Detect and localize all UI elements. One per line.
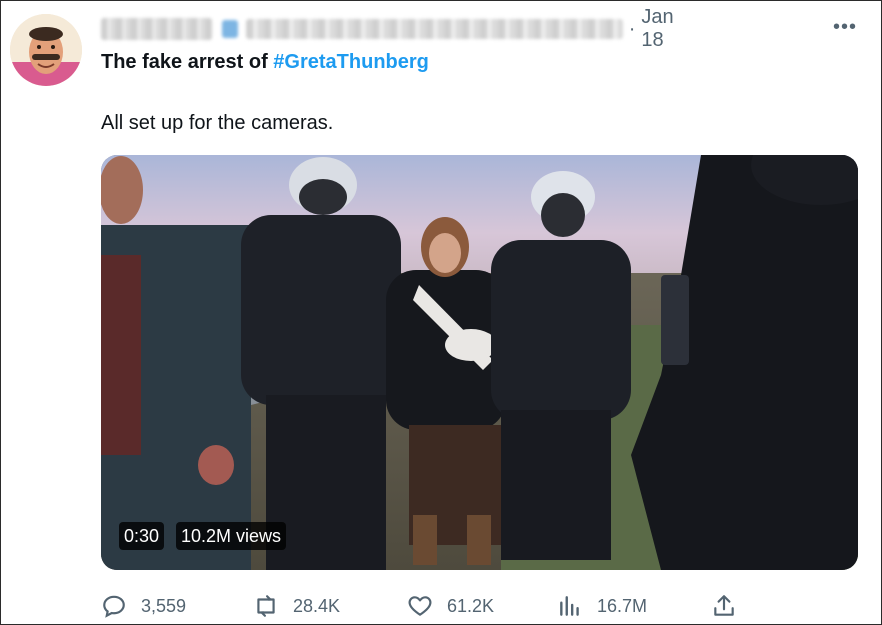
analytics-icon (560, 596, 579, 616)
avatar[interactable] (10, 14, 82, 86)
reply-icon (103, 595, 125, 618)
video-duration: 0:30 (119, 522, 165, 550)
like-button[interactable]: 61.2K (407, 590, 494, 622)
video-player[interactable]: 0:30 10.2M views (101, 155, 858, 570)
hashtag-link[interactable]: #GretaThunberg (273, 51, 429, 73)
author-handle-redacted[interactable] (245, 19, 623, 39)
avatar-image (10, 14, 82, 86)
tweet-body: All set up for the cameras. (101, 112, 334, 134)
reply-button[interactable]: 3,559 (101, 590, 186, 622)
retweet-button[interactable]: 28.4K (253, 590, 340, 622)
views-button[interactable]: 16.7M (557, 590, 647, 622)
more-options-icon[interactable]: ••• (833, 15, 859, 39)
like-count: 61.2K (447, 595, 495, 616)
heart-icon (408, 596, 432, 616)
date-separator: · (628, 17, 636, 40)
tweet-header: · Jan 18 (101, 6, 701, 51)
author-name-redacted[interactable] (101, 18, 213, 40)
verified-badge-redacted (222, 20, 238, 38)
video-thumbnail (101, 155, 858, 570)
view-count: 16.7M (597, 595, 648, 616)
tweet-title: The fake arrest of #GretaThunberg (101, 51, 429, 74)
share-button[interactable] (711, 590, 751, 622)
retweet-count: 28.4K (293, 595, 341, 616)
video-views: 10.2M views (176, 522, 287, 550)
action-bar: 3,559 28.4K 61.2K 16.7M (101, 590, 861, 622)
title-text: The fake arrest of (101, 51, 274, 73)
share-icon (714, 595, 734, 616)
reply-count: 3,559 (141, 595, 187, 616)
tweet-date[interactable]: Jan 18 (641, 6, 701, 52)
tweet-card: · Jan 18 ••• The fake arrest of #GretaTh… (0, 0, 882, 625)
retweet-icon (257, 595, 275, 617)
